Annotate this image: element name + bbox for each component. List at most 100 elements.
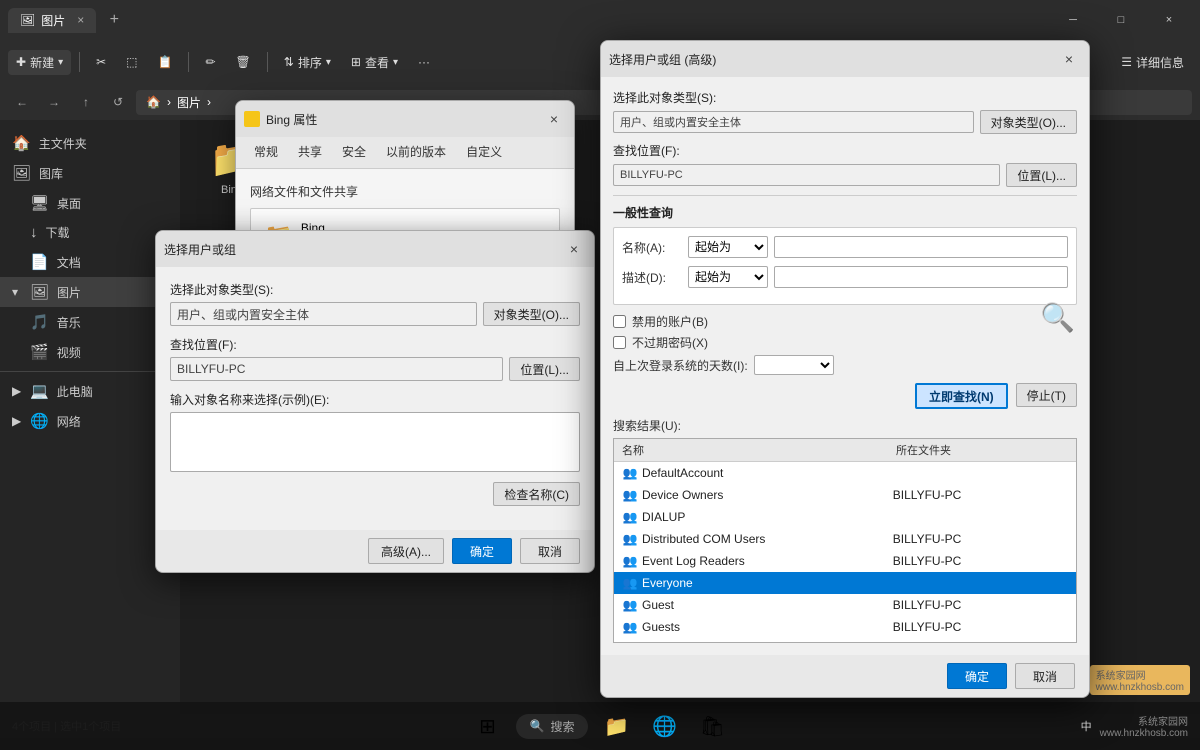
paste-button[interactable]: 📋: [150, 51, 181, 73]
taskbar-edge[interactable]: 🌐: [644, 706, 684, 746]
forward-button[interactable]: →: [40, 88, 68, 116]
no-expire-checkbox[interactable]: [613, 336, 626, 349]
taskbar-file-explorer[interactable]: 📁: [596, 706, 636, 746]
sidebar-item-gallery[interactable]: 🖼 图库: [0, 158, 180, 188]
close-button[interactable]: ×: [1146, 4, 1192, 36]
sidebar-label-downloads: 下载: [46, 224, 70, 241]
name-filter-select[interactable]: 起始为: [688, 236, 768, 258]
explorer-window: 🖼 图片 × + ─ □ × ✚ 新建 ▾ ✂ ⬚ 📋 ✏: [0, 0, 1200, 750]
ok-button[interactable]: 确定: [452, 538, 512, 564]
results-cell-location: [889, 472, 1072, 474]
tab-previous[interactable]: 以前的版本: [376, 137, 456, 168]
network-icon: 🌐: [30, 412, 49, 430]
table-row[interactable]: 👥Everyone: [614, 572, 1076, 594]
select-user-advanced-dialog[interactable]: 选择用户或组 (高级) × 选择此对象类型(S): 用户、组或内置安全主体 对象…: [600, 40, 1090, 698]
taskbar-store[interactable]: 🛍: [692, 706, 732, 746]
select-user-small-footer: 高级(A)... 确定 取消: [156, 530, 594, 572]
tab-security[interactable]: 安全: [332, 137, 376, 168]
sidebar-divider: [0, 371, 180, 372]
search-now-button[interactable]: 立即查找(N): [915, 383, 1008, 409]
sort-button[interactable]: ⇅ 排序 ▾: [276, 50, 339, 75]
table-row[interactable]: 👥DIALUP: [614, 506, 1076, 528]
results-cell-location: BILLYFU-PC: [889, 531, 1072, 547]
name-filter-input[interactable]: [774, 236, 1068, 258]
adv-object-type-button[interactable]: 对象类型(O)...: [980, 110, 1077, 134]
sidebar-item-videos[interactable]: 🎬 视频: [0, 337, 180, 367]
start-button[interactable]: ⊞: [468, 706, 508, 746]
cancel-button[interactable]: 取消: [520, 538, 580, 564]
delete-button[interactable]: 🗑: [228, 51, 259, 73]
tab-share[interactable]: 共享: [288, 137, 332, 168]
desc-filter-select[interactable]: 起始为: [688, 266, 768, 288]
location-button[interactable]: 位置(L)...: [509, 357, 580, 381]
minimize-button[interactable]: ─: [1050, 4, 1096, 36]
up-button[interactable]: ↑: [72, 88, 100, 116]
table-row[interactable]: 👥GuestsBILLYFU-PC: [614, 616, 1076, 638]
table-row[interactable]: 👥Distributed COM UsersBILLYFU-PC: [614, 528, 1076, 550]
back-button[interactable]: ←: [8, 88, 36, 116]
sidebar-item-home[interactable]: 🏠 主文件夹: [0, 128, 180, 158]
table-row[interactable]: 👥Device OwnersBILLYFU-PC: [614, 484, 1076, 506]
no-expire-row: 不过期密码(X): [613, 334, 1077, 351]
details-button[interactable]: ☰ 详细信息: [1113, 50, 1192, 75]
select-user-small-close-button[interactable]: ×: [562, 237, 586, 261]
sidebar-item-downloads[interactable]: ↓ 下载: [0, 218, 180, 247]
object-name-input[interactable]: [170, 412, 580, 472]
pictures-icon: 🖼: [30, 283, 49, 301]
table-row[interactable]: 👥Hyper-V AdministratorsBILLYFU-PC: [614, 638, 1076, 642]
add-tab-button[interactable]: +: [100, 6, 128, 34]
tab-custom[interactable]: 自定义: [456, 137, 512, 168]
select-user-advanced-close-button[interactable]: ×: [1057, 47, 1081, 71]
table-row[interactable]: 👥Event Log ReadersBILLYFU-PC: [614, 550, 1076, 572]
taskbar-search[interactable]: 🔍 搜索: [516, 714, 589, 739]
view-button[interactable]: ⊞ 查看 ▾: [343, 50, 406, 75]
adv-cancel-button[interactable]: 取消: [1015, 663, 1075, 689]
adv-location-button[interactable]: 位置(L)...: [1006, 163, 1077, 187]
table-row[interactable]: 👥GuestBILLYFU-PC: [614, 594, 1076, 616]
sidebar-item-music[interactable]: 🎵 音乐: [0, 307, 180, 337]
tab-strip: 🖼 图片 × +: [8, 6, 128, 34]
sort-icon: ⇅: [284, 55, 294, 69]
sidebar-item-pictures[interactable]: ▾ 🖼 图片: [0, 277, 180, 307]
table-row[interactable]: 👥DefaultAccount: [614, 462, 1076, 484]
check-name-button[interactable]: 检查名称(C): [493, 482, 580, 506]
address-icon: 🏠: [146, 95, 161, 109]
results-cell-name: 👥Guests: [618, 618, 889, 636]
explorer-icon: 📁: [604, 714, 629, 739]
expand-icon-8: ▶: [12, 414, 22, 428]
select-user-small-body: 选择此对象类型(S): 用户、组或内置安全主体 对象类型(O)... 查找位置(…: [156, 267, 594, 530]
cut-icon: ✂: [96, 55, 106, 69]
new-button[interactable]: ✚ 新建 ▾: [8, 50, 71, 75]
disabled-accounts-checkbox[interactable]: [613, 315, 626, 328]
delete-icon: 🗑: [236, 55, 251, 69]
taskbar-right: 中 系统家园网 www.hnzkhosb.com: [1081, 713, 1188, 739]
cut-button[interactable]: ✂: [88, 51, 114, 73]
sidebar-item-desktop[interactable]: 🖥 桌面: [0, 188, 180, 218]
advanced-button[interactable]: 高级(A)...: [368, 538, 444, 564]
separator-3: [267, 52, 268, 72]
active-tab[interactable]: 🖼 图片 ×: [8, 8, 96, 33]
days-dropdown[interactable]: [754, 355, 834, 375]
bing-props-close-button[interactable]: ×: [542, 107, 566, 131]
refresh-button[interactable]: ↺: [104, 88, 132, 116]
object-type-button[interactable]: 对象类型(O)...: [483, 302, 580, 326]
stop-button[interactable]: 停止(T): [1016, 383, 1077, 407]
results-cell-location: BILLYFU-PC: [889, 641, 1072, 642]
adv-ok-button[interactable]: 确定: [947, 663, 1007, 689]
desc-filter-input[interactable]: [774, 266, 1068, 288]
sidebar: 🏠 主文件夹 🖼 图库 🖥 桌面 ↓ 下载 📄 文档: [0, 120, 180, 714]
sidebar-item-network[interactable]: ▶ 🌐 网络: [0, 406, 180, 436]
rename-button[interactable]: ✏: [197, 51, 223, 73]
taskbar-watermark-area: 系统家园网 www.hnzkhosb.com: [1100, 713, 1188, 739]
sidebar-item-docs[interactable]: 📄 文档: [0, 247, 180, 277]
taskbar: ⊞ 🔍 搜索 📁 🌐 🛍 中 系统家园网 www.hnzkhosb.com: [0, 702, 1200, 750]
more-button[interactable]: ···: [410, 51, 438, 73]
sidebar-item-pc[interactable]: ▶ 💻 此电脑: [0, 376, 180, 406]
results-table: 名称 所在文件夹 👥DefaultAccount👥Device OwnersBI…: [613, 438, 1077, 643]
tab-general[interactable]: 常规: [244, 137, 288, 168]
user-group-icon: 👥: [622, 553, 638, 569]
select-user-small-dialog[interactable]: 选择用户或组 × 选择此对象类型(S): 用户、组或内置安全主体 对象类型(O)…: [155, 230, 595, 573]
maximize-button[interactable]: □: [1098, 4, 1144, 36]
tab-close-icon[interactable]: ×: [77, 13, 84, 27]
copy-button[interactable]: ⬚: [118, 51, 145, 73]
